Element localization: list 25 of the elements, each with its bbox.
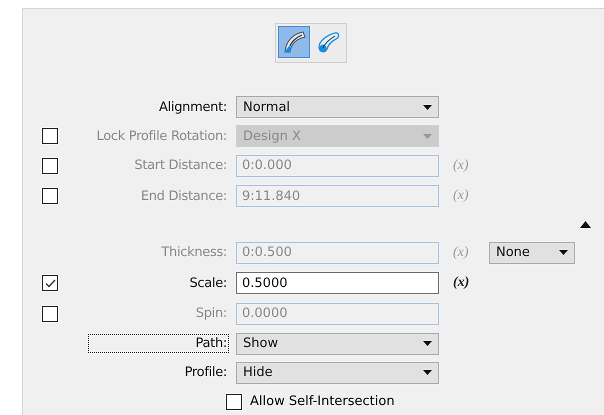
dropdown[interactable]: Hide [236, 362, 439, 384]
check-icon [44, 278, 56, 288]
input-field[interactable]: 0.5000 [236, 272, 439, 294]
dropdown[interactable]: Normal [236, 96, 439, 118]
field-label: Alignment: [158, 100, 227, 114]
field-label: Thickness: [160, 245, 227, 260]
field-label: Path: [90, 336, 227, 351]
field-label: Start Distance: [133, 158, 227, 174]
caret-icon [423, 104, 432, 110]
checkbox[interactable] [42, 275, 58, 292]
checkbox-label: Allow Self-Intersection [250, 394, 395, 409]
mode-button[interactable] [278, 26, 310, 58]
caret-icon [423, 341, 432, 346]
field-label: End Distance: [140, 188, 227, 204]
checkbox[interactable] [226, 394, 242, 410]
caret-icon [423, 370, 432, 375]
caret-icon [559, 250, 568, 256]
field-label: Scale: [188, 276, 227, 291]
expression-button[interactable]: (x) [453, 275, 475, 292]
caret-icon [423, 134, 432, 138]
dropdown[interactable]: Show [236, 332, 439, 354]
field-label: Spin: [194, 306, 227, 322]
collapse-arrow-icon[interactable] [580, 221, 591, 228]
field-label: Lock Profile Rotation: [96, 128, 227, 144]
field-label: Profile: [184, 365, 227, 380]
